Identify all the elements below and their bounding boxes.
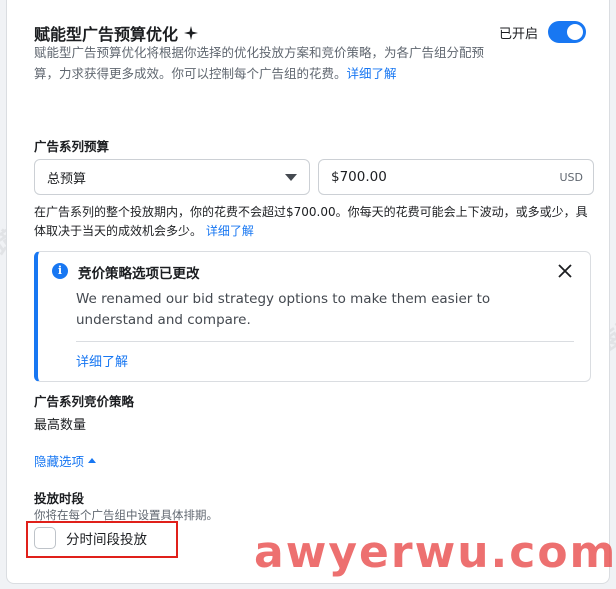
budget-note: 在广告系列的整个投放期内，你的花费不会超过$700.00。你每天的花费可能会上下… xyxy=(34,203,590,241)
dayparting-option[interactable]: 分时间段投放 xyxy=(34,527,147,549)
bid-strategy-value: 最高数量 xyxy=(34,418,87,433)
caret-down-icon xyxy=(285,173,297,181)
schedule-label: 投放时段 xyxy=(34,491,85,506)
description-text: 赋能型广告预算优化将根据你选择的优化投放方案和竞价策略，为各广告组分配预算，力求… xyxy=(34,45,485,81)
caret-up-icon xyxy=(88,458,97,463)
card-description: 赋能型广告预算优化将根据你选择的优化投放方案和竞价策略，为各广告组分配预算，力求… xyxy=(34,42,494,84)
budget-amount-input[interactable]: $700.00 USD xyxy=(318,159,594,195)
sparkle-icon xyxy=(184,26,199,40)
optimization-toggle-group: 已开启 xyxy=(499,21,586,43)
notice-body: We renamed our bid strategy options to m… xyxy=(76,291,491,328)
toggle-knob xyxy=(567,24,583,40)
notice-title: 竞价策略选项已更改 xyxy=(78,266,200,282)
learn-more-link[interactable]: 详细了解 xyxy=(347,66,397,81)
info-icon: i xyxy=(52,263,68,279)
budget-type-value: 总预算 xyxy=(47,171,87,187)
dayparting-checkbox[interactable] xyxy=(34,527,56,549)
budget-learn-more-link[interactable]: 详细了解 xyxy=(206,224,254,238)
toggle-label: 已开启 xyxy=(498,26,538,42)
hide-options-link[interactable]: 隐藏选项 xyxy=(34,451,97,470)
budget-amount-value: $700.00 xyxy=(331,169,387,185)
budget-label: 广告系列预算 xyxy=(34,139,110,154)
currency-label: USD xyxy=(559,170,583,184)
bid-strategy-notice: i 竞价策略选项已更改 We renamed our bid strategy … xyxy=(34,251,591,382)
hide-options-label: 隐藏选项 xyxy=(34,454,85,469)
dayparting-label: 分时间段投放 xyxy=(66,532,147,548)
bid-strategy-label: 广告系列竞价策略 xyxy=(34,394,135,409)
notice-divider xyxy=(76,341,574,342)
budget-type-select[interactable]: 总预算 xyxy=(34,159,310,195)
notice-learn-more-link[interactable]: 详细了解 xyxy=(76,351,128,370)
budget-note-text: 在广告系列的整个投放期内，你的花费不会超过$700.00。你每天的花费可能会上下… xyxy=(34,205,588,238)
optimization-toggle[interactable] xyxy=(548,21,586,43)
close-icon[interactable] xyxy=(558,264,572,278)
